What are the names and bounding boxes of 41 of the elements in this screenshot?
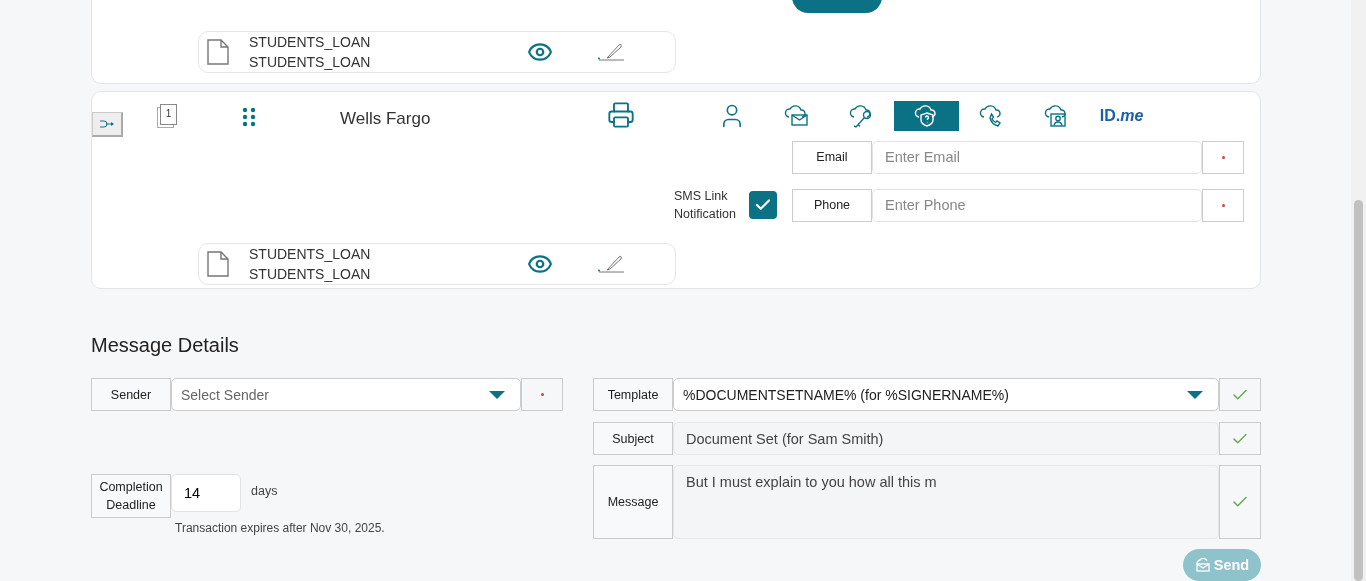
- document-file-name: STUDENTS_LOAN: [249, 264, 372, 284]
- document-title: STUDENTS_LOAN: [249, 244, 372, 264]
- feather-pen-button[interactable]: [597, 253, 625, 274]
- recipient-name: Wells Fargo: [340, 108, 432, 129]
- printer-icon[interactable]: [607, 100, 635, 129]
- feather-pen-button[interactable]: [597, 42, 625, 62]
- field-label: Phone: [792, 188, 872, 222]
- field-label: Completion Deadline: [91, 474, 171, 518]
- scrollbar[interactable]: [1351, 0, 1366, 581]
- feather-pen-icon: [597, 42, 625, 62]
- phone-field[interactable]: Enter Phone: [872, 188, 1202, 222]
- expiry-note: Transaction expires after Nov 30, 2025.: [175, 521, 386, 535]
- document-file-name: STUDENTS_LOAN: [249, 53, 372, 72]
- sms-label: SMS Link Notification: [674, 188, 737, 224]
- arrow-icon: [99, 119, 115, 128]
- document-title: STUDENTS_LOAN: [249, 33, 372, 52]
- sms-checkbox[interactable]: [749, 191, 777, 220]
- auth-method-tab[interactable]: ID.me: [1089, 100, 1154, 131]
- unit-label: days: [251, 484, 278, 498]
- document-icon: [207, 39, 229, 65]
- required-icon: [540, 393, 544, 396]
- auth-method-tab[interactable]: [894, 100, 959, 131]
- field-label: Subject: [593, 422, 673, 455]
- required-icon: [1221, 155, 1225, 159]
- email-field[interactable]: Enter Email: [872, 140, 1202, 174]
- page-count: 1: [160, 103, 177, 125]
- deadline-field[interactable]: 14: [171, 474, 241, 512]
- feather-pen-icon: [597, 253, 625, 274]
- document-icon: [207, 250, 229, 277]
- drag-handle-icon[interactable]: [242, 106, 256, 127]
- field-label: Email: [792, 140, 872, 174]
- required-icon: [1221, 203, 1225, 207]
- field-label: Template: [593, 378, 673, 411]
- message-field[interactable]: But I must explain to you how all this m: [673, 465, 1219, 539]
- field-label: Message: [593, 465, 673, 539]
- field-label: Sender: [91, 378, 171, 411]
- sender-select[interactable]: Select Sender: [171, 378, 521, 411]
- subject-field[interactable]: Document Set (for Sam Smith): [673, 422, 1219, 455]
- cloud-envelope-icon: [1194, 558, 1211, 572]
- template-select[interactable]: %DOCUMENTSETNAME% (for %SIGNERNAME%): [673, 378, 1219, 411]
- section-title: Message Details: [91, 334, 240, 357]
